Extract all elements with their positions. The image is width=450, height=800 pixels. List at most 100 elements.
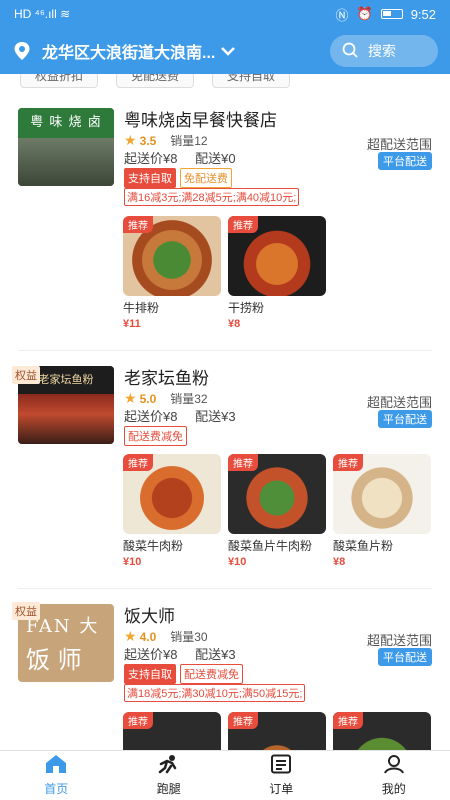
store-name: 老家坛鱼粉 — [124, 369, 209, 388]
dish-name: 酸菜鱼片牛肉粉 — [228, 539, 313, 553]
dish-price: ¥8 — [228, 318, 241, 330]
storefront-sign: 粤 味 烧 卤 — [18, 108, 114, 138]
delivery-fee: 配送¥0 — [195, 151, 236, 166]
home-icon — [44, 754, 68, 777]
profile-icon — [383, 754, 405, 777]
dish-image: 推荐 — [333, 712, 431, 750]
tab-label: 订单 — [269, 782, 294, 796]
dish-item[interactable]: 推荐 — [123, 712, 221, 750]
tab-label: 我的 — [381, 782, 406, 796]
store-list: 粤 味 烧 卤 粤味烧卤早餐快餐店 ★ 3.5 销量12 起送价¥8 配送¥0 … — [0, 92, 450, 750]
logo-text-bottom: 饭 师 — [26, 646, 82, 674]
tab-label: 首页 — [44, 782, 69, 796]
store-card[interactable]: 老家坛鱼粉 权益 老家坛鱼粉 ★ 5.0 销量32 起送价¥8 配送¥3 配送费… — [0, 350, 450, 588]
recommend-badge: 推荐 — [228, 454, 258, 471]
bottom-tab-bar: 首页 跑腿 订单 我的 — [0, 750, 450, 800]
recommend-badge: 推荐 — [123, 216, 153, 233]
tag-self-pickup: 支持自取 — [124, 168, 176, 188]
recommend-badge: 推荐 — [123, 454, 153, 471]
location-text[interactable]: 龙华区大浪街道大浪南... — [42, 39, 215, 63]
tag-delivery-discount: 配送费减免 — [180, 664, 243, 684]
filter-free-delivery[interactable]: 免配送费 — [116, 74, 195, 88]
dish-price: ¥11 — [123, 318, 141, 330]
dish-image: 推荐 — [228, 712, 326, 750]
filter-rights-discount[interactable]: 权益折扣 — [20, 74, 99, 88]
signal-indicators: HD ⁴⁶.ıll ≋ — [14, 7, 71, 21]
store-sales: 销量32 — [170, 392, 208, 406]
search-icon — [342, 42, 358, 61]
dish-price: ¥10 — [228, 556, 247, 568]
star-icon: ★ — [124, 132, 137, 148]
platform-delivery-badge: 平台配送 — [378, 648, 432, 666]
range-label: 超配送范围 — [366, 137, 432, 152]
range-label: 超配送范围 — [366, 395, 432, 410]
promo-text: 满16减3元;满28减5元;满40减10元; — [124, 188, 300, 206]
min-order: 起送价¥8 — [124, 151, 178, 166]
dish-item[interactable]: 推荐 干捞粉 ¥8 — [228, 216, 326, 330]
store-rating: 4.0 — [139, 629, 157, 644]
platform-delivery-badge: 平台配送 — [378, 152, 432, 170]
recommend-badge: 推荐 — [228, 216, 258, 233]
store-rating: 3.5 — [139, 133, 157, 148]
recommend-badge: 推荐 — [123, 712, 153, 729]
dish-item[interactable]: 推荐 — [228, 712, 326, 750]
tag-delivery-discount: 配送费减免 — [124, 426, 187, 446]
dish-image: 推荐 — [123, 216, 221, 296]
dish-name: 干捞粉 — [228, 301, 265, 315]
filter-bar: 权益折扣 免配送费 支持自取 — [0, 74, 450, 92]
chevron-down-icon[interactable] — [221, 43, 236, 59]
dish-image: 推荐 — [228, 216, 326, 296]
alarm-icon: ⏰ — [356, 6, 373, 21]
star-icon: ★ — [124, 628, 137, 644]
dish-name: 酸菜牛肉粉 — [123, 539, 184, 553]
store-sales: 销量12 — [170, 134, 208, 148]
dish-name: 牛排粉 — [123, 301, 160, 315]
search-button[interactable]: 搜索 — [330, 35, 438, 67]
tab-profile[interactable]: 我的 — [338, 751, 450, 800]
store-name: 粤味烧卤早餐快餐店 — [124, 111, 277, 130]
tab-errand[interactable]: 跑腿 — [113, 751, 226, 800]
promo-text: 满18减5元;满30减10元;满50减15元; — [124, 684, 306, 702]
tag-free-delivery: 免配送费 — [180, 168, 232, 188]
dish-item[interactable]: 推荐 酸菜牛肉粉 ¥10 — [123, 454, 221, 568]
search-label: 搜索 — [368, 43, 396, 59]
tab-home[interactable]: 首页 — [0, 751, 113, 800]
store-rating: 5.0 — [139, 391, 157, 406]
recommend-badge: 推荐 — [228, 712, 258, 729]
store-thumbnail: 粤 味 烧 卤 — [18, 108, 114, 186]
store-sales: 销量30 — [170, 630, 208, 644]
rights-badge: 权益 — [12, 366, 40, 384]
dish-image: 推荐 — [228, 454, 326, 534]
order-icon — [270, 754, 292, 777]
min-order: 起送价¥8 — [124, 409, 178, 424]
dish-item[interactable]: 推荐 — [333, 712, 431, 750]
tag-self-pickup: 支持自取 — [124, 664, 176, 684]
status-bar: HD ⁴⁶.ıll ≋ Ⓝ ⏰ 9:52 — [0, 0, 450, 28]
store-card[interactable]: FAN 大 饭 师 权益 饭大师 ★ 4.0 销量30 起送价¥8 配送¥3 支… — [0, 588, 450, 750]
errand-icon — [157, 754, 181, 777]
filter-self-pickup[interactable]: 支持自取 — [212, 74, 291, 88]
dish-image: 推荐 — [123, 712, 221, 750]
nfc-icon: Ⓝ — [335, 7, 349, 23]
min-order: 起送价¥8 — [124, 647, 178, 662]
rights-badge: 权益 — [12, 602, 40, 620]
store-card[interactable]: 粤 味 烧 卤 粤味烧卤早餐快餐店 ★ 3.5 销量12 起送价¥8 配送¥0 … — [0, 92, 450, 350]
dish-item[interactable]: 推荐 酸菜鱼片粉 ¥8 — [333, 454, 431, 568]
clock: 9:52 — [410, 6, 436, 22]
range-label: 超配送范围 — [366, 633, 432, 648]
delivery-fee: 配送¥3 — [195, 409, 236, 424]
dish-price: ¥8 — [333, 556, 346, 568]
dish-name: 酸菜鱼片粉 — [333, 539, 394, 553]
dish-item[interactable]: 推荐 酸菜鱼片牛肉粉 ¥10 — [228, 454, 326, 568]
dish-price: ¥10 — [123, 556, 142, 568]
recommend-badge: 推荐 — [333, 712, 363, 729]
dish-image: 推荐 — [333, 454, 431, 534]
location-pin-icon[interactable] — [12, 41, 32, 61]
recommend-badge: 推荐 — [333, 454, 363, 471]
platform-delivery-badge: 平台配送 — [378, 410, 432, 428]
app-header: 龙华区大浪街道大浪南... 搜索 — [0, 28, 450, 74]
delivery-fee: 配送¥3 — [195, 647, 236, 662]
tab-label: 跑腿 — [156, 782, 181, 796]
tab-orders[interactable]: 订单 — [225, 751, 338, 800]
dish-item[interactable]: 推荐 牛排粉 ¥11 — [123, 216, 221, 330]
